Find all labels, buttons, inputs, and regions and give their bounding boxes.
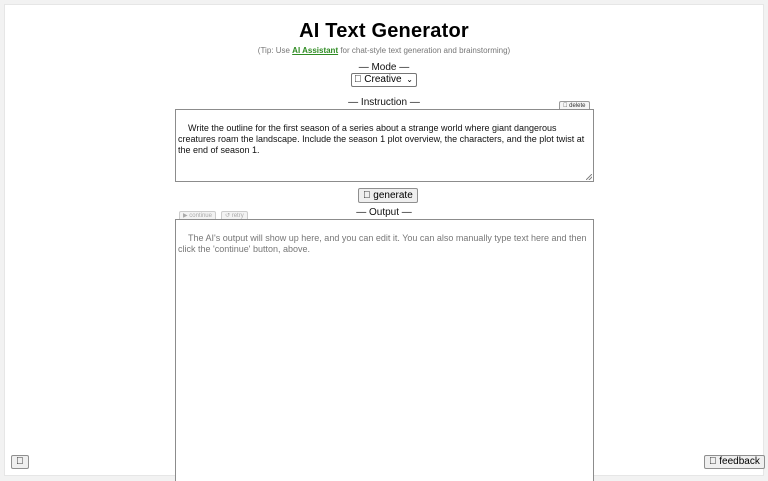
tip-prefix: (Tip: Use [257,46,293,55]
output-textarea[interactable]: The AI's output will show up here, and y… [175,219,594,481]
instruction-label: — Instruction — [348,97,420,108]
output-label: — Output — [356,207,412,218]
page-title: AI Text Generator [299,20,469,42]
gear-icon:  [16,456,24,467]
ai-assistant-link[interactable]: AI Assistant [292,46,338,55]
chat-icon:  [709,456,717,467]
tip-suffix: for chat-style text generation and brain… [338,46,511,55]
tip-text: (Tip: Use AI Assistant for chat-style te… [5,46,763,55]
instruction-text: Write the outline for the first season o… [178,123,587,155]
mode-label: — Mode — [358,62,410,73]
mode-select[interactable]:  Creative ⌄ [351,73,417,87]
feedback-button-label: feedback [709,456,760,467]
resize-handle[interactable] [586,174,592,180]
feedback-button[interactable]:  feedback [704,455,765,469]
chevron-down-icon: ⌄ [406,75,413,84]
lightbulb-icon:  [354,74,362,85]
generate-button-label: generate [363,190,412,201]
generate-button[interactable]:  generate [358,188,418,203]
output-placeholder: The AI's output will show up here, and y… [178,233,590,254]
app-page: AI Text Generator (Tip: Use AI Assistant… [4,4,765,481]
mode-selected-value: Creative [354,74,401,85]
sparkle-icon:  [363,190,371,201]
instruction-textarea[interactable]: Write the outline for the first season o… [175,109,594,182]
settings-button[interactable]:  [11,455,29,469]
